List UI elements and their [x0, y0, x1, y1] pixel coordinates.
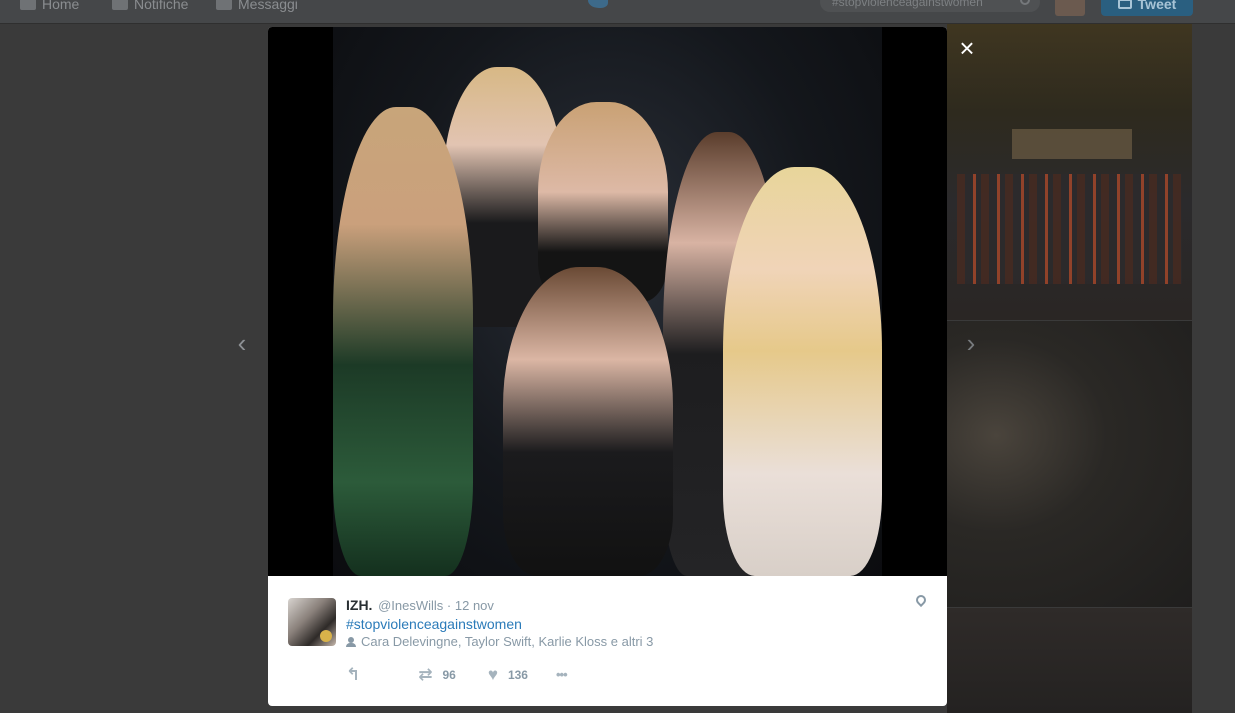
messages-icon: [216, 0, 232, 10]
author-handle[interactable]: @InesWills: [378, 598, 443, 613]
nav-notifications-label: Notifiche: [134, 0, 189, 12]
tweet-header: IZH. @InesWills · 12 nov: [346, 597, 494, 613]
user-icon: [346, 636, 356, 647]
home-icon: [20, 0, 36, 10]
tagged-people-text: Cara Delevingne, Taylor Swift, Karlie Kl…: [361, 634, 654, 649]
retweet-button[interactable]: ⇄ 96: [418, 665, 456, 684]
header-separator: ·: [446, 598, 452, 613]
nav-home-label: Home: [42, 0, 80, 12]
background-media-conference[interactable]: [947, 24, 1192, 320]
profile-avatar[interactable]: [1055, 0, 1085, 16]
nav-home[interactable]: Home: [20, 0, 79, 14]
more-options-button[interactable]: •••: [555, 667, 568, 683]
top-navigation-bar: Home Notifiche Messaggi #stopviolenceaga…: [0, 0, 1235, 24]
background-media-bottom[interactable]: [947, 608, 1192, 713]
twitter-bird-icon[interactable]: [588, 0, 608, 8]
notifications-icon: [112, 0, 128, 10]
media-viewer: [268, 27, 947, 576]
nav-notifications[interactable]: Notifiche: [112, 0, 188, 14]
tweet-hashtag-link[interactable]: #stopviolenceagainstwomen: [346, 616, 522, 632]
search-input-value: #stopviolenceagainstwomen: [832, 0, 983, 9]
heart-icon: ♥: [487, 665, 498, 684]
like-button[interactable]: ♥ 136: [487, 665, 528, 684]
tagged-people[interactable]: Cara Delevingne, Taylor Swift, Karlie Kl…: [346, 634, 653, 649]
more-icon: •••: [555, 667, 568, 682]
close-modal-button[interactable]: ×: [955, 35, 979, 61]
tweet-date[interactable]: 12 nov: [455, 598, 494, 613]
search-icon[interactable]: [1020, 0, 1030, 5]
previous-media-arrow-icon[interactable]: ‹: [232, 330, 252, 356]
location-pin-icon[interactable]: [916, 595, 926, 609]
photo-person: [723, 167, 882, 576]
group-selfie-photo[interactable]: [333, 27, 882, 576]
nav-messages[interactable]: Messaggi: [216, 0, 298, 14]
tweet-details: IZH. @InesWills · 12 nov #stopviolenceag…: [268, 576, 947, 706]
reply-icon: ↰: [346, 665, 361, 684]
conference-crowd: [957, 174, 1182, 284]
search-input[interactable]: #stopviolenceagainstwomen: [820, 0, 1040, 12]
retweet-count: 96: [442, 668, 456, 682]
author-avatar[interactable]: [288, 598, 336, 646]
background-media-portrait[interactable]: [947, 321, 1192, 607]
photo-person: [333, 107, 473, 576]
retweet-icon: ⇄: [418, 665, 433, 684]
tweet-actions: ↰ ⇄ 96 ♥ 136 •••: [346, 665, 568, 685]
conference-banner: [1012, 129, 1132, 159]
compose-icon: [1117, 0, 1132, 9]
reply-button[interactable]: ↰: [346, 665, 361, 684]
media-modal: IZH. @InesWills · 12 nov #stopviolenceag…: [268, 27, 947, 706]
nav-messages-label: Messaggi: [238, 0, 298, 12]
author-name[interactable]: IZH.: [346, 597, 372, 613]
avatar-badge: [320, 630, 332, 642]
next-media-arrow-icon[interactable]: ›: [961, 330, 981, 356]
photo-person: [503, 267, 673, 576]
like-count: 136: [507, 668, 528, 682]
compose-tweet-button[interactable]: Tweet: [1101, 0, 1193, 16]
compose-tweet-label: Tweet: [1137, 0, 1177, 12]
